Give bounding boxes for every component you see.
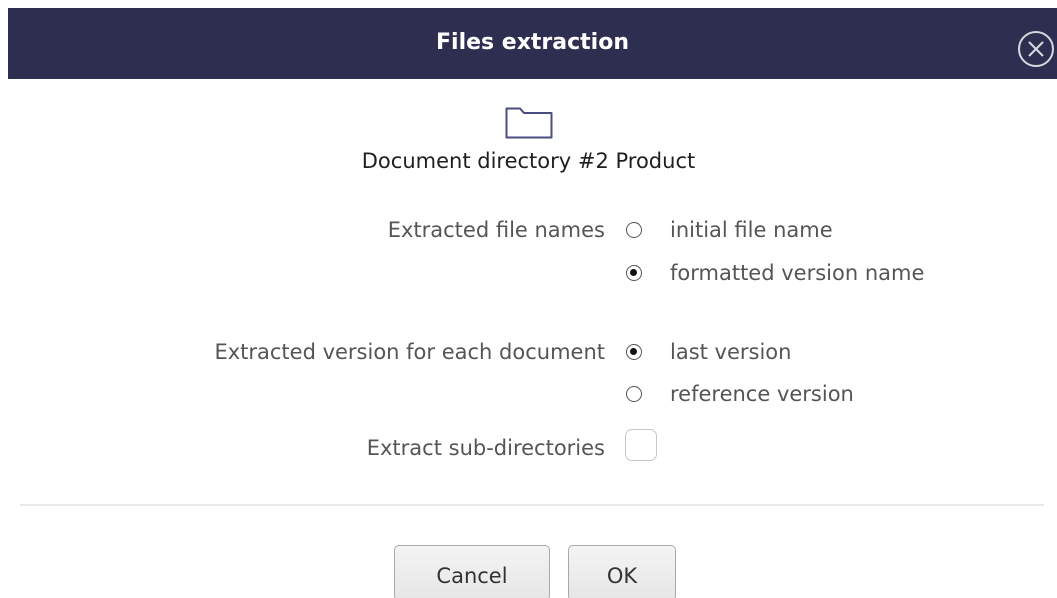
radio-button-selected[interactable] xyxy=(626,344,642,360)
radio-label: initial file name xyxy=(670,218,833,242)
folder-icon xyxy=(505,107,553,139)
radio-last-version[interactable]: last version xyxy=(626,337,791,367)
extracted-version-label: Extracted version for each document xyxy=(214,340,605,364)
radio-button[interactable] xyxy=(626,222,642,238)
radio-initial-file-name[interactable]: initial file name xyxy=(626,215,833,245)
files-extraction-dialog: Files extraction Document directory #2 P… xyxy=(0,0,1057,598)
radio-formatted-version-name[interactable]: formatted version name xyxy=(626,258,924,288)
close-button[interactable] xyxy=(1015,28,1057,70)
radio-reference-version[interactable]: reference version xyxy=(626,379,854,409)
divider xyxy=(20,504,1044,506)
extract-subdirectories-label: Extract sub-directories xyxy=(366,436,605,460)
dialog-title: Files extraction xyxy=(436,30,629,55)
radio-label: formatted version name xyxy=(670,261,925,285)
dialog-titlebar: Files extraction xyxy=(8,8,1057,79)
radio-button-selected[interactable] xyxy=(626,265,642,281)
extract-subdirectories-checkbox[interactable] xyxy=(625,429,657,461)
ok-button[interactable]: OK xyxy=(568,545,676,598)
radio-label: last version xyxy=(670,340,792,364)
radio-button[interactable] xyxy=(626,386,642,402)
close-icon xyxy=(1018,31,1054,67)
radio-label: reference version xyxy=(670,382,854,406)
directory-name: Document directory #2 Product xyxy=(361,149,696,173)
extracted-file-names-label: Extracted file names xyxy=(387,218,605,242)
cancel-button[interactable]: Cancel xyxy=(394,545,550,598)
